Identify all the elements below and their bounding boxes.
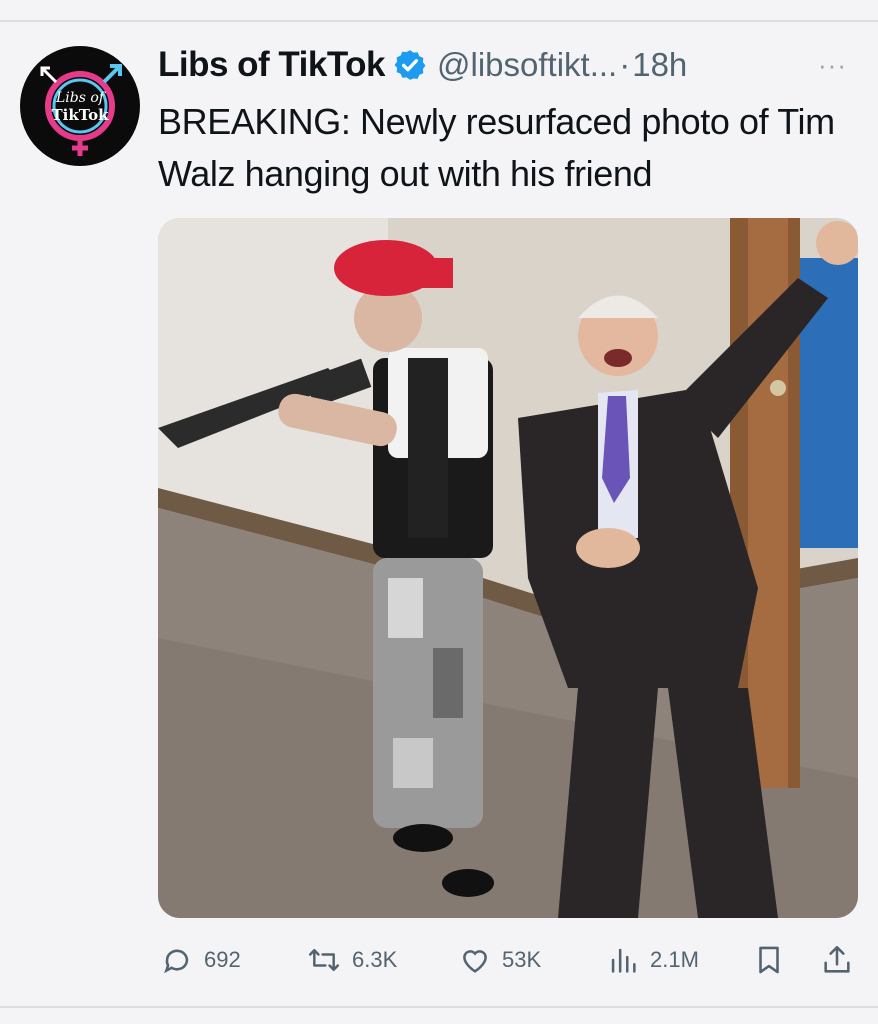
post-header: Libs of TikTok @libsoftikt... · 18h [158,40,687,90]
avatar-text-line2: TikTok [51,106,109,124]
bookmark-icon [759,946,779,974]
post-action-bar: 692 6.3K 53K 2.1M [158,940,858,980]
views-button[interactable]: 2.1M [606,940,699,980]
share-button[interactable] [820,940,864,980]
post-media-photo[interactable] [158,218,858,918]
repost-icon [308,949,340,971]
bookmark-button[interactable] [752,940,796,980]
heart-icon [463,950,487,973]
verified-badge-icon [394,50,426,80]
analytics-icon [611,948,636,973]
bottom-divider [0,1006,878,1008]
photo-illustration [158,218,858,918]
like-count: 53K [502,947,542,972]
top-divider [0,20,878,22]
reply-count: 692 [204,947,241,972]
views-count: 2.1M [650,947,699,972]
comment-icon [164,949,189,974]
reply-button[interactable]: 692 [160,940,241,980]
author-display-name[interactable]: Libs of TikTok [158,45,386,85]
author-handle[interactable]: @libsoftikt... [437,46,617,84]
post-text: BREAKING: Newly resurfaced photo of Tim … [158,101,835,194]
repost-button[interactable]: 6.3K [306,940,397,980]
repost-count: 6.3K [352,947,398,972]
post-timestamp[interactable]: 18h [632,46,687,84]
author-avatar[interactable]: Libs of TikTok [20,46,140,166]
like-button[interactable]: 53K [458,940,541,980]
share-icon [824,945,850,973]
more-options-icon[interactable]: ··· [818,50,847,81]
meta-separator: · [619,46,631,83]
avatar-text-line1: Libs of [56,90,104,106]
